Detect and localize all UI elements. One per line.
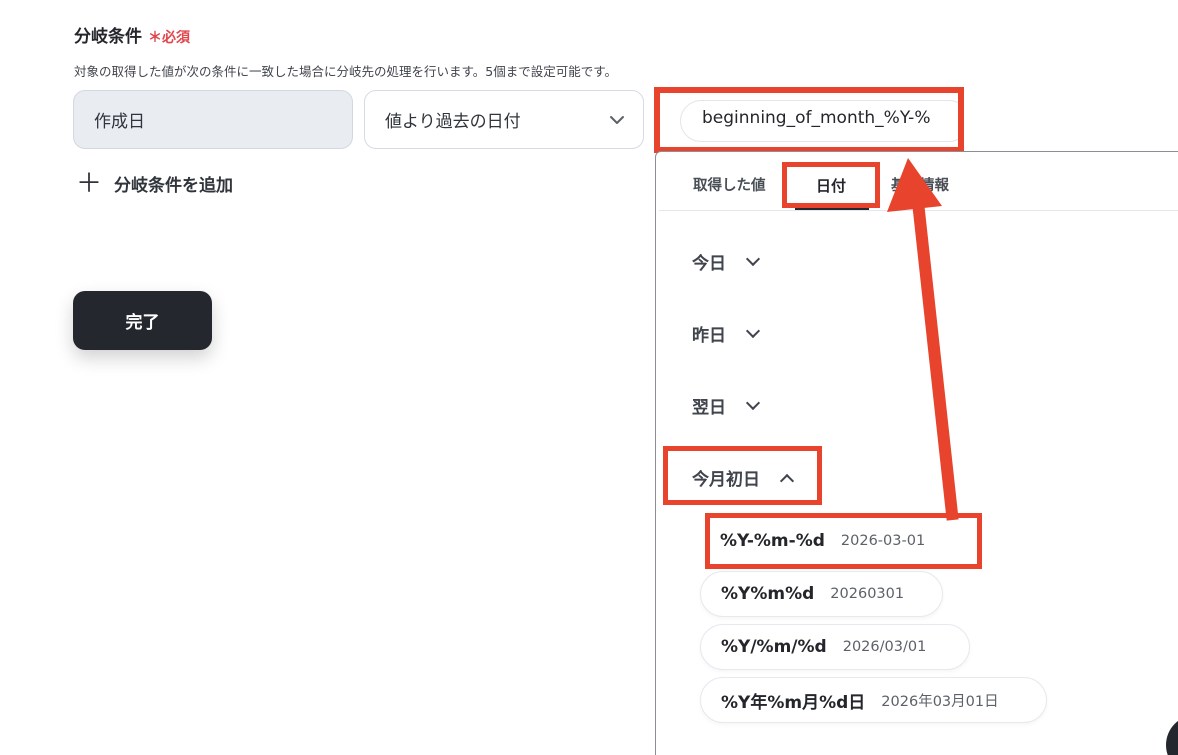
compare-value-text: beginning_of_month_%Y-%	[702, 108, 931, 128]
format-label: %Y-%m-%d	[720, 531, 825, 551]
required-mark: ＊必須	[148, 30, 190, 46]
operator-value-text: 値より過去の日付	[385, 112, 521, 132]
group-tomorrow-label: 翌日	[692, 398, 726, 418]
group-yesterday-label: 昨日	[692, 326, 726, 346]
format-label: %Y%m%d	[721, 584, 815, 604]
format-label: %Y/%m/%d	[721, 637, 827, 657]
tabs-divider	[659, 210, 1178, 211]
section-description: 対象の取得した値が次の条件に一致した場合に分岐先の処理を行います。5個まで設定可…	[74, 64, 617, 79]
group-yesterday[interactable]: 昨日	[692, 321, 761, 346]
source-value-text: 作成日	[94, 112, 145, 132]
tab-date[interactable]: 日付	[782, 162, 880, 208]
section-title: 分岐条件 ＊必須	[74, 22, 190, 47]
format-example: 2026-03-01	[840, 533, 926, 549]
group-month-start[interactable]: 今月初日	[692, 465, 795, 490]
format-option-compact[interactable]: %Y%m%d 20260301	[700, 571, 943, 617]
format-example: 2026年03月01日	[881, 693, 999, 710]
group-month-start-label: 今月初日	[692, 470, 760, 490]
chevron-down-icon	[745, 251, 761, 266]
chevron-up-icon	[779, 473, 795, 488]
chevron-down-icon	[610, 115, 624, 124]
tab-basic-info[interactable]: 基本情報	[891, 174, 949, 195]
chevron-down-icon	[745, 395, 761, 410]
format-example: 20260301	[830, 586, 905, 602]
group-today-label: 今日	[692, 254, 726, 274]
format-example: 2026/03/01	[842, 639, 927, 655]
format-option-hyphen[interactable]: %Y-%m-%d 2026-03-01	[705, 513, 982, 569]
group-today[interactable]: 今日	[692, 249, 761, 274]
group-tomorrow[interactable]: 翌日	[692, 393, 761, 418]
format-label: %Y年%m月%d日	[721, 692, 866, 713]
format-option-kanji[interactable]: %Y年%m月%d日 2026年03月01日	[700, 677, 1047, 723]
tab-acquired-value[interactable]: 取得した値	[693, 174, 766, 195]
done-button[interactable]: 完了	[73, 291, 212, 350]
add-condition-button[interactable]: ＋ 分岐条件を追加	[76, 168, 234, 199]
add-condition-label: 分岐条件を追加	[114, 176, 234, 196]
chevron-down-icon	[745, 323, 761, 338]
section-title-text: 分岐条件	[74, 27, 142, 47]
plus-icon: ＋	[76, 168, 103, 199]
source-value-field[interactable]: 作成日	[73, 90, 353, 149]
format-option-slash[interactable]: %Y/%m/%d 2026/03/01	[700, 624, 970, 670]
operator-select[interactable]: 値より過去の日付	[364, 90, 644, 149]
